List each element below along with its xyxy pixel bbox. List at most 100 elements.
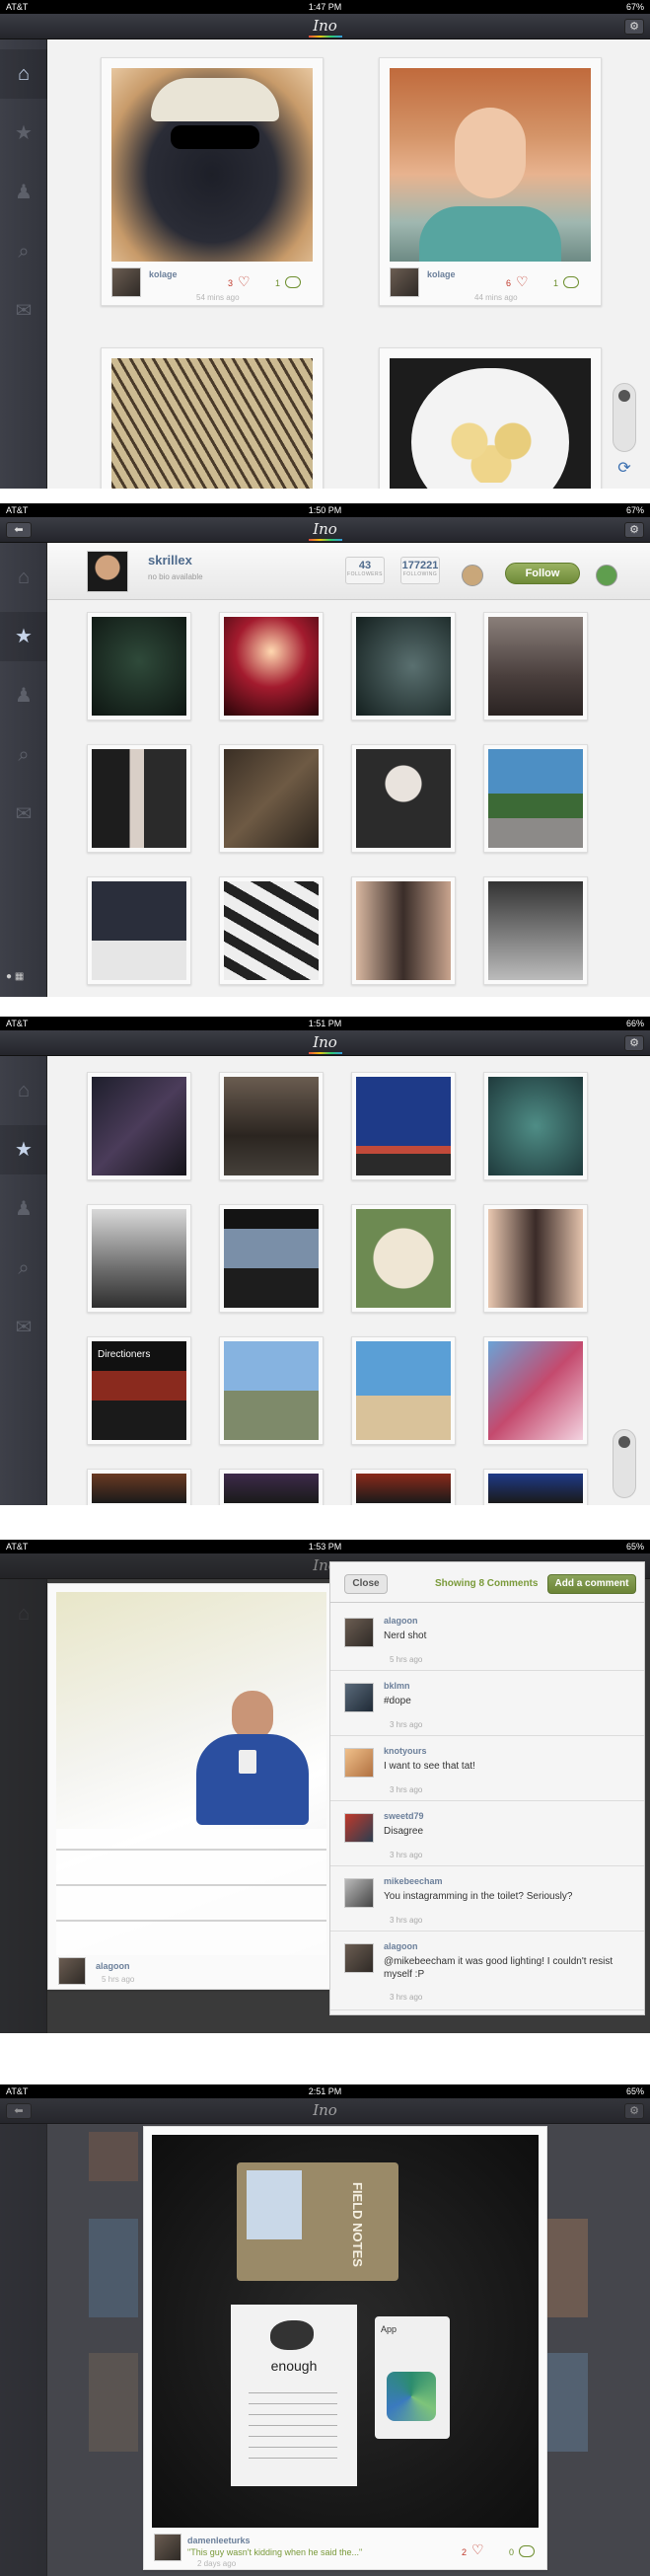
settings-gear-icon[interactable]: ⚙: [624, 2103, 644, 2119]
sidebar-star-icon[interactable]: ★: [0, 1125, 47, 1174]
feed-photo-dog[interactable]: [111, 68, 313, 262]
grid-photo[interactable]: [483, 744, 588, 853]
avatar[interactable]: [111, 267, 141, 297]
scroll-knob[interactable]: [618, 1436, 630, 1448]
field-notes-photo[interactable]: FIELD NOTES enough App: [152, 2135, 539, 2528]
feed-username[interactable]: kolage: [149, 269, 178, 279]
avatar[interactable]: [154, 2534, 181, 2561]
bg-thumb: [89, 2353, 138, 2452]
grid-photo[interactable]: [87, 1204, 191, 1313]
refresh-icon[interactable]: ⟳: [614, 458, 635, 480]
comment-avatar[interactable]: [344, 1748, 374, 1778]
heart-icon[interactable]: ♡: [238, 273, 251, 290]
feed-card[interactable]: [379, 347, 602, 489]
feed-card[interactable]: kolage 6 ♡ 1 44 mins ago: [379, 57, 602, 306]
comment-username[interactable]: alagoon: [384, 1616, 418, 1626]
sidebar-star-icon[interactable]: ★: [0, 612, 47, 661]
scroll-control[interactable]: [613, 383, 636, 452]
grid-photo[interactable]: [483, 1204, 588, 1313]
grid-photo[interactable]: [351, 1336, 456, 1445]
sidebar-messages-icon[interactable]: ✉: [0, 1303, 47, 1352]
sidebar-star-icon[interactable]: ★: [0, 109, 47, 158]
grid-photo[interactable]: Directioners: [87, 1336, 191, 1445]
grid-photo[interactable]: [219, 876, 324, 985]
sidebar-messages-icon[interactable]: ✉: [0, 790, 47, 839]
photo-username[interactable]: alagoon: [96, 1961, 130, 1971]
follow-button[interactable]: Follow: [505, 563, 580, 584]
feed-card[interactable]: kolage 3 ♡ 1 54 mins ago: [101, 57, 324, 306]
badge-icon[interactable]: [462, 565, 483, 586]
grid-photo[interactable]: [87, 876, 191, 985]
comment-avatar[interactable]: [344, 1618, 374, 1647]
comment-username[interactable]: alagoon: [384, 1941, 418, 1951]
grid-photo[interactable]: [219, 744, 324, 853]
feed-username[interactable]: kolage: [427, 269, 456, 279]
profile-avatar[interactable]: [87, 551, 128, 592]
scroll-control[interactable]: [613, 1429, 636, 1498]
comment-avatar[interactable]: [344, 1878, 374, 1908]
grid-photo[interactable]: [351, 744, 456, 853]
heart-icon[interactable]: ♡: [516, 273, 529, 290]
photo-fill: [92, 1474, 186, 1503]
comment-username[interactable]: sweetd79: [384, 1811, 424, 1821]
grid-photo[interactable]: [483, 1336, 588, 1445]
followers-stat[interactable]: 43 FOLLOWERS: [345, 557, 385, 584]
comment-username[interactable]: bklmn: [384, 1681, 410, 1691]
sidebar-profile-icon[interactable]: ♟: [0, 168, 47, 217]
grid-photo[interactable]: [483, 1469, 588, 1505]
comment-username[interactable]: knotyours: [384, 1746, 427, 1756]
add-comment-button[interactable]: Add a comment: [547, 1574, 636, 1594]
grid-photo[interactable]: [87, 744, 191, 853]
grid-photo[interactable]: [351, 876, 456, 985]
grid-photo[interactable]: [351, 1204, 456, 1313]
grid-toggle-icon[interactable]: ● ▦: [6, 971, 36, 987]
selfie-photo[interactable]: [56, 1592, 326, 1955]
grid-photo[interactable]: [483, 612, 588, 720]
feed-photo-food[interactable]: [390, 358, 591, 489]
grid-photo[interactable]: [219, 1072, 324, 1180]
share-icon[interactable]: [596, 565, 617, 586]
settings-gear-icon[interactable]: ⚙: [624, 19, 644, 35]
comment-bubble-icon[interactable]: [519, 2545, 535, 2557]
heart-icon[interactable]: ♡: [471, 2541, 484, 2558]
sidebar-home-icon[interactable]: ⌂: [0, 49, 47, 99]
grid-photo[interactable]: [219, 612, 324, 720]
grid-photo[interactable]: [483, 876, 588, 985]
sidebar-search-icon[interactable]: ⌕: [0, 227, 47, 276]
grid-photo[interactable]: [87, 612, 191, 720]
feed-card[interactable]: [101, 347, 324, 489]
sidebar-profile-icon[interactable]: ♟: [0, 1184, 47, 1234]
avatar[interactable]: [58, 1957, 86, 1985]
grid-photo[interactable]: [219, 1469, 324, 1505]
grid-photo[interactable]: [483, 1072, 588, 1180]
scroll-knob[interactable]: [618, 390, 630, 402]
grid-photo[interactable]: [219, 1336, 324, 1445]
comment-avatar[interactable]: [344, 1683, 374, 1712]
following-stat[interactable]: 177221 FOLLOWING: [400, 557, 440, 584]
feed-photo-girl[interactable]: [390, 68, 591, 262]
settings-gear-icon[interactable]: ⚙: [624, 522, 644, 538]
avatar[interactable]: [390, 267, 419, 297]
comment-avatar[interactable]: [344, 1943, 374, 1973]
settings-gear-icon[interactable]: ⚙: [624, 1035, 644, 1051]
sidebar-home-icon[interactable]: ⌂: [0, 553, 47, 602]
sidebar-messages-icon[interactable]: ✉: [0, 286, 47, 336]
grid-photo[interactable]: [87, 1469, 191, 1505]
comment-username[interactable]: mikebeecham: [384, 1876, 443, 1886]
comment-bubble-icon[interactable]: [285, 276, 301, 288]
sidebar-home-icon[interactable]: ⌂: [0, 1589, 47, 1638]
grid-photo[interactable]: [87, 1072, 191, 1180]
photo-username[interactable]: damenleeturks: [187, 2536, 251, 2545]
sidebar-profile-icon[interactable]: ♟: [0, 671, 47, 720]
grid-photo[interactable]: [351, 1072, 456, 1180]
grid-photo[interactable]: [219, 1204, 324, 1313]
grid-photo[interactable]: [351, 1469, 456, 1505]
comment-bubble-icon[interactable]: [563, 276, 579, 288]
feed-photo-tree[interactable]: [111, 358, 313, 489]
close-button[interactable]: Close: [344, 1574, 388, 1594]
sidebar-search-icon[interactable]: ⌕: [0, 1244, 47, 1293]
sidebar-search-icon[interactable]: ⌕: [0, 730, 47, 780]
grid-photo[interactable]: [351, 612, 456, 720]
sidebar-home-icon[interactable]: ⌂: [0, 1066, 47, 1115]
comment-avatar[interactable]: [344, 1813, 374, 1843]
